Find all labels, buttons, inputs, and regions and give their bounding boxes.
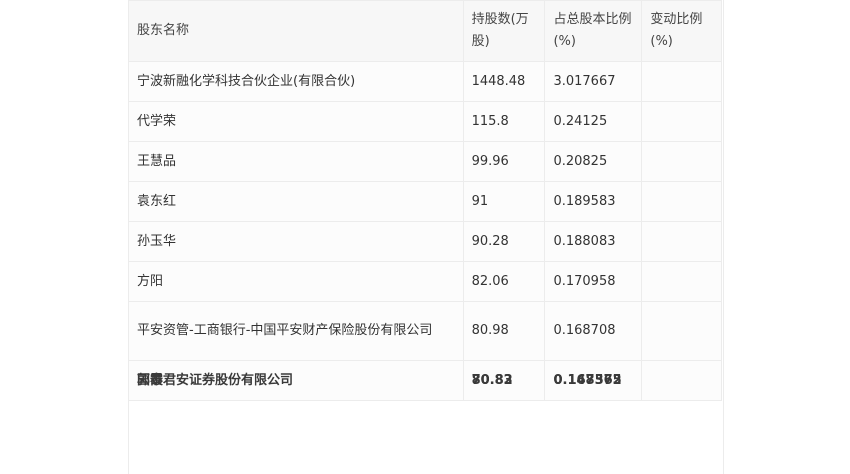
shareholder-name-overlap: 郭霞 国泰君安证券股份有限公司 [128,360,464,401]
shares-cell: 90.28 [462,221,546,262]
shares-cell: 115.8 [462,101,546,142]
table-row: 袁东红 91 0.189583 [128,181,722,222]
header-change: 变动比例(%) [641,0,722,62]
ratio-cell: 0.168708 [544,301,643,361]
ratio-cell: 0.189583 [544,181,643,222]
shareholders-table: 股东名称 持股数(万股) 占总股本比例(%) 变动比例(%) 宁波新融化学科技合… [128,0,722,401]
ratio-cell: 0.24125 [544,101,643,142]
shares-cell: 80.98 [462,301,546,361]
shareholder-name: 宁波新融化学科技合伙企业(有限合伙) [128,61,464,102]
table-row: 王慧品 99.96 0.20825 [128,141,722,182]
shareholder-name: 孙玉华 [128,221,464,262]
shareholder-name: 代学荣 [128,101,464,142]
shareholder-name: 袁东红 [128,181,464,222]
change-cell [641,61,722,102]
shareholder-name: 王慧品 [128,141,464,182]
shares-cell-overlap: 70.83 80.82 [462,360,546,401]
change-cell [641,181,722,222]
table-row: 孙玉华 90.28 0.188083 [128,221,722,262]
shareholder-name: 方阳 [128,261,464,302]
overlap-shares-b: 80.82 [471,372,513,388]
overlapped-table-row: 郭霞 国泰君安证券股份有限公司 70.83 80.82 0.147562 0.1… [128,360,722,401]
overlap-ratio-b: 0.168375 [553,372,622,388]
table-header: 股东名称 持股数(万股) 占总股本比例(%) 变动比例(%) [128,0,722,62]
table-body: 宁波新融化学科技合伙企业(有限合伙) 1448.48 3.017667 代学荣 … [128,61,722,401]
table-row: 代学荣 115.8 0.24125 [128,101,722,142]
change-cell [641,141,722,182]
table-row: 平安资管-工商银行-中国平安财产保险股份有限公司 80.98 0.168708 [128,301,722,361]
header-row: 股东名称 持股数(万股) 占总股本比例(%) 变动比例(%) [128,0,722,62]
change-cell [641,261,722,302]
header-shareholder-name: 股东名称 [128,0,464,62]
ratio-cell: 0.20825 [544,141,643,182]
header-shares: 持股数(万股) [462,0,546,62]
change-cell [641,301,722,361]
shares-cell: 99.96 [462,141,546,182]
table-row: 方阳 82.06 0.170958 [128,261,722,302]
change-cell [641,360,722,401]
ratio-cell: 0.188083 [544,221,643,262]
ratio-cell: 3.017667 [544,61,643,102]
overlap-name-b: 国泰君安证券股份有限公司 [137,372,294,388]
ratio-cell: 0.170958 [544,261,643,302]
change-cell [641,101,722,142]
ratio-cell-overlap: 0.147562 0.168375 [544,360,643,401]
shares-cell: 1448.48 [462,61,546,102]
change-cell [641,221,722,262]
shares-cell: 91 [462,181,546,222]
header-ratio: 占总股本比例(%) [544,0,643,62]
table-row: 宁波新融化学科技合伙企业(有限合伙) 1448.48 3.017667 [128,61,722,102]
shareholder-name: 平安资管-工商银行-中国平安财产保险股份有限公司 [128,301,464,361]
shares-cell: 82.06 [462,261,546,302]
